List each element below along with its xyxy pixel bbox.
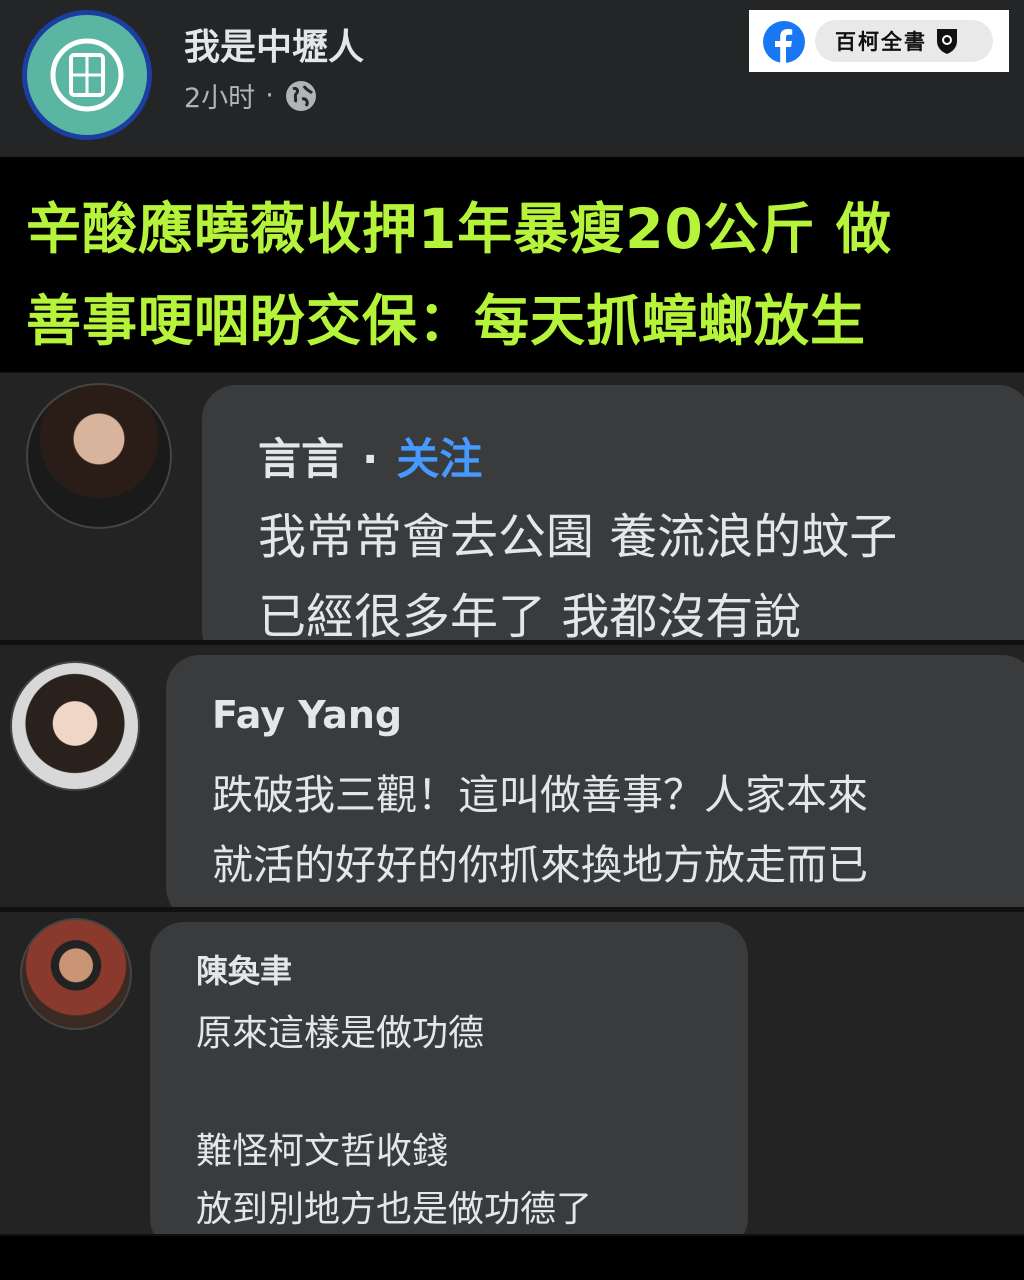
author-separator: · [362,435,379,485]
comment-text-line: 就活的好好的你抓來換地方放走而已 [212,841,868,889]
comment-item: 陳奐聿 原來這樣是做功德 難怪柯文哲收錢 放到別地方也是做功德了 [0,912,1024,1234]
comment-text-line: 難怪柯文哲收錢 [196,1131,449,1172]
follow-button[interactable]: 关注 [396,435,482,485]
comment-author[interactable]: 言言 · 关注 [258,425,482,487]
comment-text-line: 放到別地方也是做功德了 [196,1189,593,1230]
comment-item: 言言 · 关注 我常常會去公園 養流浪的蚊子 已經很多年了 我都沒有說 [0,373,1024,640]
page-logo-icon [50,38,124,112]
page-name[interactable]: 我是中壢人 [184,18,364,70]
badge-pill: 百柯全書 [815,20,993,62]
post-meta: 2小时 · [184,76,318,115]
post-header: 我是中壢人 2小时 · 百柯全書 [0,0,1024,157]
source-badge: 百柯全書 [749,10,1009,72]
comment-text-line: 原來這樣是做功德 [196,1013,485,1054]
page-avatar[interactable] [22,10,152,140]
comment-item: Fay Yang 跌破我三觀！這叫做善事？人家本來 就活的好好的你抓來換地方放走… [0,645,1024,907]
author-name[interactable]: 言言 [258,435,344,485]
shield-icon [937,29,957,54]
globe-icon [285,80,316,111]
headline-line-1: 辛酸應曉薇收押1年暴瘦20公斤 做 [26,197,892,261]
headline-line-2: 善事哽咽盼交保：每天抓蟑螂放生 [26,289,867,353]
comment-author[interactable]: Fay Yang [212,693,402,737]
avatar[interactable] [10,661,140,791]
comment-text-line: 跌破我三觀！這叫做善事？人家本來 [212,771,868,819]
avatar[interactable] [20,918,132,1030]
comment-text-line: 已經很多年了 我都沒有說 [258,589,802,640]
facebook-icon [763,21,805,63]
post-time[interactable]: 2小时 [184,76,255,115]
comment-text-line: 我常常會去公園 養流浪的蚊子 [258,509,898,565]
avatar[interactable] [26,383,172,529]
badge-text: 百柯全書 [835,30,927,54]
bottom-bar [0,1236,1024,1280]
comment-author[interactable]: 陳奐聿 [196,946,292,992]
meta-separator: · [265,80,274,111]
